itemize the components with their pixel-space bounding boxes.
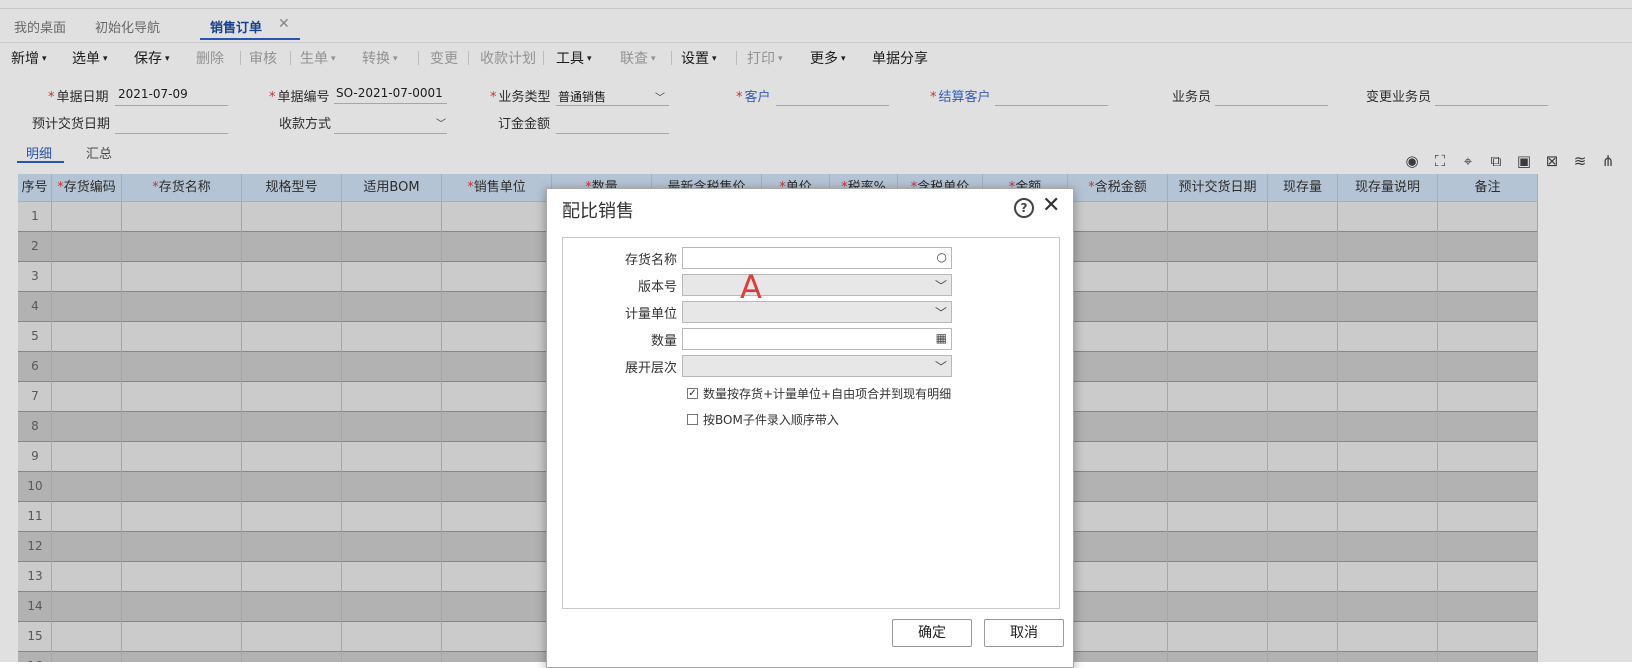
chevron-down-icon[interactable]: ﹀ xyxy=(935,358,947,375)
expand-level-select[interactable]: ﹀ xyxy=(682,355,952,377)
calculator-icon[interactable]: ▦ xyxy=(936,331,947,345)
cancel-button[interactable]: 取消 xyxy=(984,619,1064,647)
dialog-title: 配比销售 xyxy=(562,201,634,222)
ok-button[interactable]: 确定 xyxy=(892,619,972,647)
help-icon[interactable]: ? xyxy=(1014,198,1034,218)
chevron-down-icon[interactable]: ﹀ xyxy=(935,277,947,294)
annotation-marker: A xyxy=(740,268,762,306)
label-unit: 计量单位 xyxy=(624,307,677,322)
close-icon[interactable]: ✕ xyxy=(1042,193,1060,218)
label-expand-level: 展开层次 xyxy=(624,361,677,376)
label-item-name: 存货名称 xyxy=(624,253,677,268)
bom-order-checkbox[interactable] xyxy=(687,414,698,425)
label-qty: 数量 xyxy=(650,334,677,349)
item-name-input[interactable]: ○ xyxy=(682,247,952,269)
merge-checkbox[interactable]: ✓ xyxy=(687,388,698,399)
label-version: 版本号 xyxy=(637,280,677,295)
dialog-panel: 存货名称 ○ 版本号 ﹀ 计量单位 ﹀ 数量 ▦ 展开层次 ﹀ ✓ 数量按存货+… xyxy=(562,237,1060,609)
search-icon[interactable]: ○ xyxy=(937,250,947,264)
bom-order-checkbox-label: 按BOM子件录入顺序带入 xyxy=(703,413,839,427)
qty-input[interactable]: ▦ xyxy=(682,328,952,350)
chevron-down-icon[interactable]: ﹀ xyxy=(935,304,947,321)
ratio-sales-dialog: 配比销售 ? ✕ 存货名称 ○ 版本号 ﹀ 计量单位 ﹀ 数量 ▦ 展开层次 ﹀… xyxy=(546,188,1074,668)
unit-select[interactable]: ﹀ xyxy=(682,301,952,323)
version-select[interactable]: ﹀ xyxy=(682,274,952,296)
merge-checkbox-label: 数量按存货+计量单位+自由项合并到现有明细 xyxy=(703,387,952,401)
